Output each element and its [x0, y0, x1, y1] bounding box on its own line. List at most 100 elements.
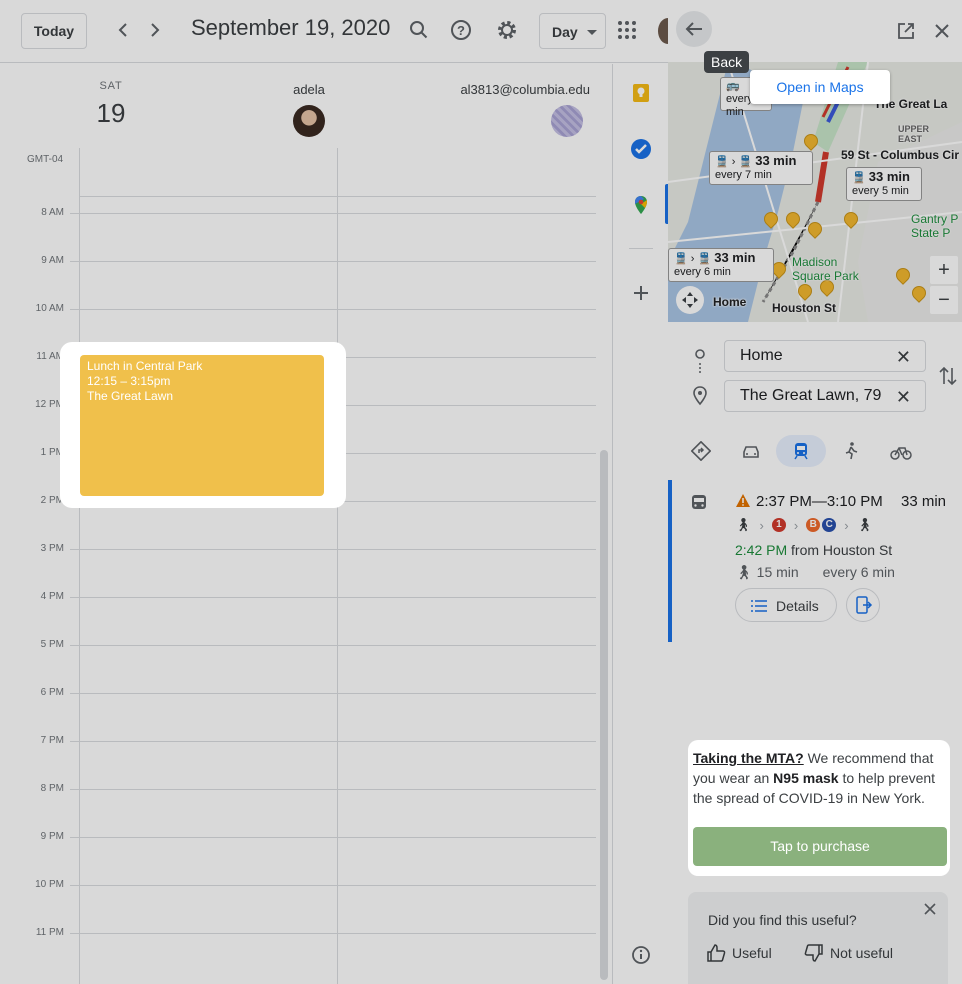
view-select[interactable]: Day [539, 13, 606, 49]
apps-grid-icon[interactable] [618, 21, 636, 39]
person-avatar [551, 105, 583, 137]
hour-gridline [70, 885, 596, 886]
train-icon: 🚆 › 🚆 [715, 156, 753, 168]
walk-icon: 🚶︎ [735, 564, 753, 580]
bike-icon [890, 447, 912, 460]
map-label-home: Home [713, 295, 747, 309]
info-icon[interactable] [630, 944, 652, 966]
zoom-in-button[interactable]: + [930, 256, 958, 284]
tasks-icon[interactable] [630, 138, 652, 160]
transit-card-time: 33 min [755, 153, 797, 168]
search-icon[interactable] [407, 18, 431, 42]
send-to-phone-button[interactable] [846, 588, 880, 622]
depart-from: from Houston St [791, 542, 893, 558]
train-icon [794, 443, 808, 460]
settings-gear-icon[interactable] [495, 18, 519, 42]
step-separator-icon: › [844, 517, 849, 533]
transit-card[interactable]: 🚆 › 🚆 33 min every 6 min [668, 248, 774, 282]
mode-best[interactable] [676, 435, 726, 467]
calendar-event[interactable]: Lunch in Central Park 12:15 – 3:15pm The… [80, 355, 324, 496]
list-icon [751, 600, 767, 612]
person-email: al3813@columbia.edu [460, 82, 590, 97]
zoom-out-button[interactable]: − [930, 286, 958, 314]
swap-icon[interactable] [938, 364, 958, 388]
details-button[interactable]: Details [735, 588, 837, 622]
view-select-label: Day [552, 24, 578, 40]
hour-row[interactable]: 6 PM [0, 687, 596, 741]
event-time: 12:15 – 3:15pm [87, 374, 171, 388]
hour-label: 3 PM [40, 543, 64, 554]
hour-row[interactable]: 5 PM [0, 639, 596, 693]
hour-gridline [70, 549, 596, 550]
travel-mode-tabs [668, 435, 962, 467]
hour-row[interactable]: 7 PM [0, 735, 596, 789]
train-icon: 🚆 [852, 172, 866, 184]
walk-icon: 🚶︎ [735, 517, 752, 532]
route-time-range: 2:37 PM—3:10 PM [756, 493, 883, 510]
depart-time: 2:42 PM [735, 542, 788, 558]
hour-gridline [70, 837, 596, 838]
mode-transit[interactable] [776, 435, 826, 467]
hour-row[interactable]: 2 PM [0, 495, 596, 549]
recenter-button[interactable] [676, 286, 704, 314]
mode-walking[interactable] [826, 435, 876, 467]
hour-label: 5 PM [40, 639, 64, 650]
calendar-day-view: SAT 19 adela al3813@columbia.edu GMT-04 … [0, 64, 612, 984]
clear-destination-icon[interactable]: ✕ [896, 387, 911, 408]
previous-day-button[interactable] [111, 18, 135, 42]
scrollbar[interactable] [600, 450, 608, 980]
arrow-back-icon [685, 22, 702, 36]
hour-row[interactable]: 10 PM [0, 879, 596, 933]
close-icon[interactable] [924, 903, 936, 915]
hour-row[interactable]: 3 PM [0, 543, 596, 597]
help-icon[interactable]: ? [449, 18, 473, 42]
hour-gridline [70, 597, 596, 598]
back-button[interactable] [676, 11, 712, 47]
hour-row[interactable]: 4 PM [0, 591, 596, 645]
clear-origin-icon[interactable]: ✕ [896, 347, 911, 368]
transit-card-freq: every 5 min [852, 185, 909, 197]
hour-row[interactable]: 9 AM [0, 255, 596, 309]
transit-card[interactable]: 🚆 33 min every 5 min [846, 167, 922, 201]
mode-driving[interactable] [726, 435, 776, 467]
hour-label: 11 PM [35, 927, 64, 938]
hour-row[interactable]: 11 PM [0, 927, 596, 981]
open-in-new-icon[interactable] [896, 21, 916, 41]
hour-row[interactable]: 8 AM [0, 207, 596, 261]
not-useful-button[interactable]: Not useful [804, 943, 893, 963]
close-icon[interactable] [933, 22, 951, 40]
person-avatar [293, 105, 325, 137]
calendar-header: Today September 19, 2020 ? Day [0, 0, 678, 63]
transit-card[interactable]: 🚆 › 🚆 33 min every 7 min [709, 151, 813, 185]
mode-cycling[interactable] [876, 435, 926, 467]
event-title: Lunch in Central Park [87, 359, 203, 373]
open-in-maps-button[interactable]: Open in Maps [750, 70, 890, 104]
walk-duration: 15 min [756, 564, 799, 580]
route-option[interactable]: 2:37 PM—3:10 PM 33 min 🚶︎ › 1 › B C › 🚶︎… [668, 480, 962, 642]
train-icon [692, 495, 706, 509]
add-addon-icon[interactable] [630, 282, 652, 304]
maps-icon[interactable] [630, 194, 652, 216]
day-of-week: SAT [99, 80, 123, 92]
hour-row[interactable]: 9 PM [0, 831, 596, 885]
hour-label: 9 PM [40, 831, 64, 842]
back-tooltip: Back [704, 51, 750, 73]
origin-input[interactable]: Home ✕ [724, 340, 926, 372]
hour-label: 10 PM [35, 879, 64, 890]
useful-button[interactable]: Useful [706, 943, 772, 963]
hour-gridline [70, 213, 596, 214]
day-number[interactable]: 19 [80, 98, 142, 129]
hour-gridline [70, 261, 596, 262]
today-button[interactable]: Today [21, 13, 87, 49]
tap-to-purchase-button[interactable]: Tap to purchase [693, 827, 947, 866]
hour-row[interactable]: 8 PM [0, 783, 596, 837]
not-useful-label: Not useful [830, 945, 894, 961]
person-column-adela: adela [276, 82, 342, 137]
mta-bold: N95 mask [773, 770, 839, 786]
next-day-button[interactable] [143, 18, 167, 42]
map-label-gantry: Gantry P State P [911, 212, 959, 240]
mta-link[interactable]: Taking the MTA? [693, 750, 804, 766]
keep-icon[interactable] [630, 82, 652, 104]
destination-input[interactable]: The Great Lawn, 79 ✕ [724, 380, 926, 412]
hour-label: 8 PM [40, 783, 64, 794]
